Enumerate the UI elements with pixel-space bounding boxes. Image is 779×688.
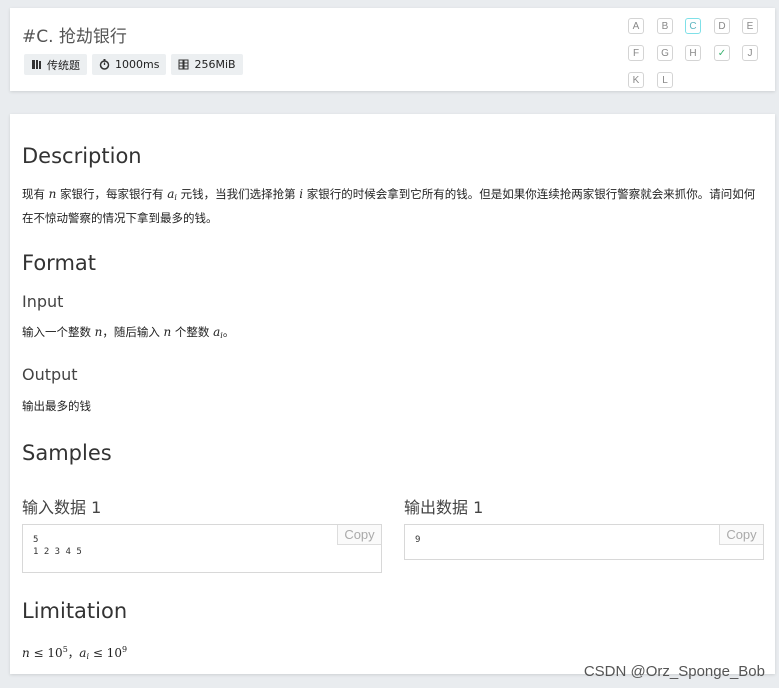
memory-limit-label: 256MiB (194, 58, 236, 71)
problem-link-e[interactable]: E (742, 18, 758, 34)
problem-type-badge: 传统题 (24, 54, 87, 75)
problem-header-card: #C. 抢劫银行 传统题 1000ms 256MiB A B C D E F G… (10, 8, 775, 91)
sample-input-label: 输入数据 1 (22, 498, 102, 517)
problem-link-k[interactable]: K (628, 72, 644, 88)
problem-link-a[interactable]: A (628, 18, 644, 34)
sample-input-box: 5 1 2 3 4 5 Copy (22, 524, 382, 573)
book-icon (32, 60, 41, 69)
samples-heading: Samples (22, 441, 112, 465)
problem-body-card: Description 现有 n 家银行，每家银行有 ai 元钱，当我们选择抢第… (10, 114, 775, 674)
memory-limit-badge: 256MiB (171, 54, 243, 75)
sample-input-text: 5 1 2 3 4 5 (33, 535, 82, 557)
problem-meta-badges: 传统题 1000ms 256MiB (24, 54, 243, 75)
copy-output-button[interactable]: Copy (719, 525, 763, 545)
problem-link-j[interactable]: J (742, 45, 758, 61)
csdn-watermark: CSDN @Orz_Sponge_Bob (583, 663, 765, 680)
time-limit-label: 1000ms (115, 58, 160, 71)
memory-icon (178, 59, 189, 70)
output-heading: Output (22, 365, 78, 384)
input-heading: Input (22, 292, 64, 311)
problem-link-i-solved-check-icon[interactable]: ✓ (714, 45, 730, 61)
limitation-heading: Limitation (22, 599, 128, 623)
problem-link-d[interactable]: D (714, 18, 730, 34)
description-text: 现有 n 家银行，每家银行有 ai 元钱，当我们选择抢第 i 家银行的时候会拿到… (22, 187, 756, 225)
problem-link-l[interactable]: L (657, 72, 673, 88)
copy-input-button[interactable]: Copy (337, 525, 381, 545)
problem-link-b[interactable]: B (657, 18, 673, 34)
problem-title: #C. 抢劫银行 (22, 27, 127, 47)
sample-output-box: 9 Copy (404, 524, 764, 560)
description-heading: Description (22, 144, 142, 168)
input-text: 输入一个整数 n，随后输入 n 个整数 ai。 (22, 325, 235, 340)
sample-output-label: 输出数据 1 (404, 498, 484, 517)
format-heading: Format (22, 251, 97, 275)
problem-link-c[interactable]: C (685, 18, 701, 34)
problem-link-h[interactable]: H (685, 45, 701, 61)
time-limit-badge: 1000ms (92, 54, 167, 75)
stopwatch-icon (99, 59, 110, 70)
sample-output-text: 9 (415, 535, 421, 545)
problem-link-f[interactable]: F (628, 45, 644, 61)
output-text: 输出最多的钱 (22, 399, 91, 413)
problem-type-label: 传统题 (47, 58, 80, 72)
problem-link-g[interactable]: G (657, 45, 673, 61)
